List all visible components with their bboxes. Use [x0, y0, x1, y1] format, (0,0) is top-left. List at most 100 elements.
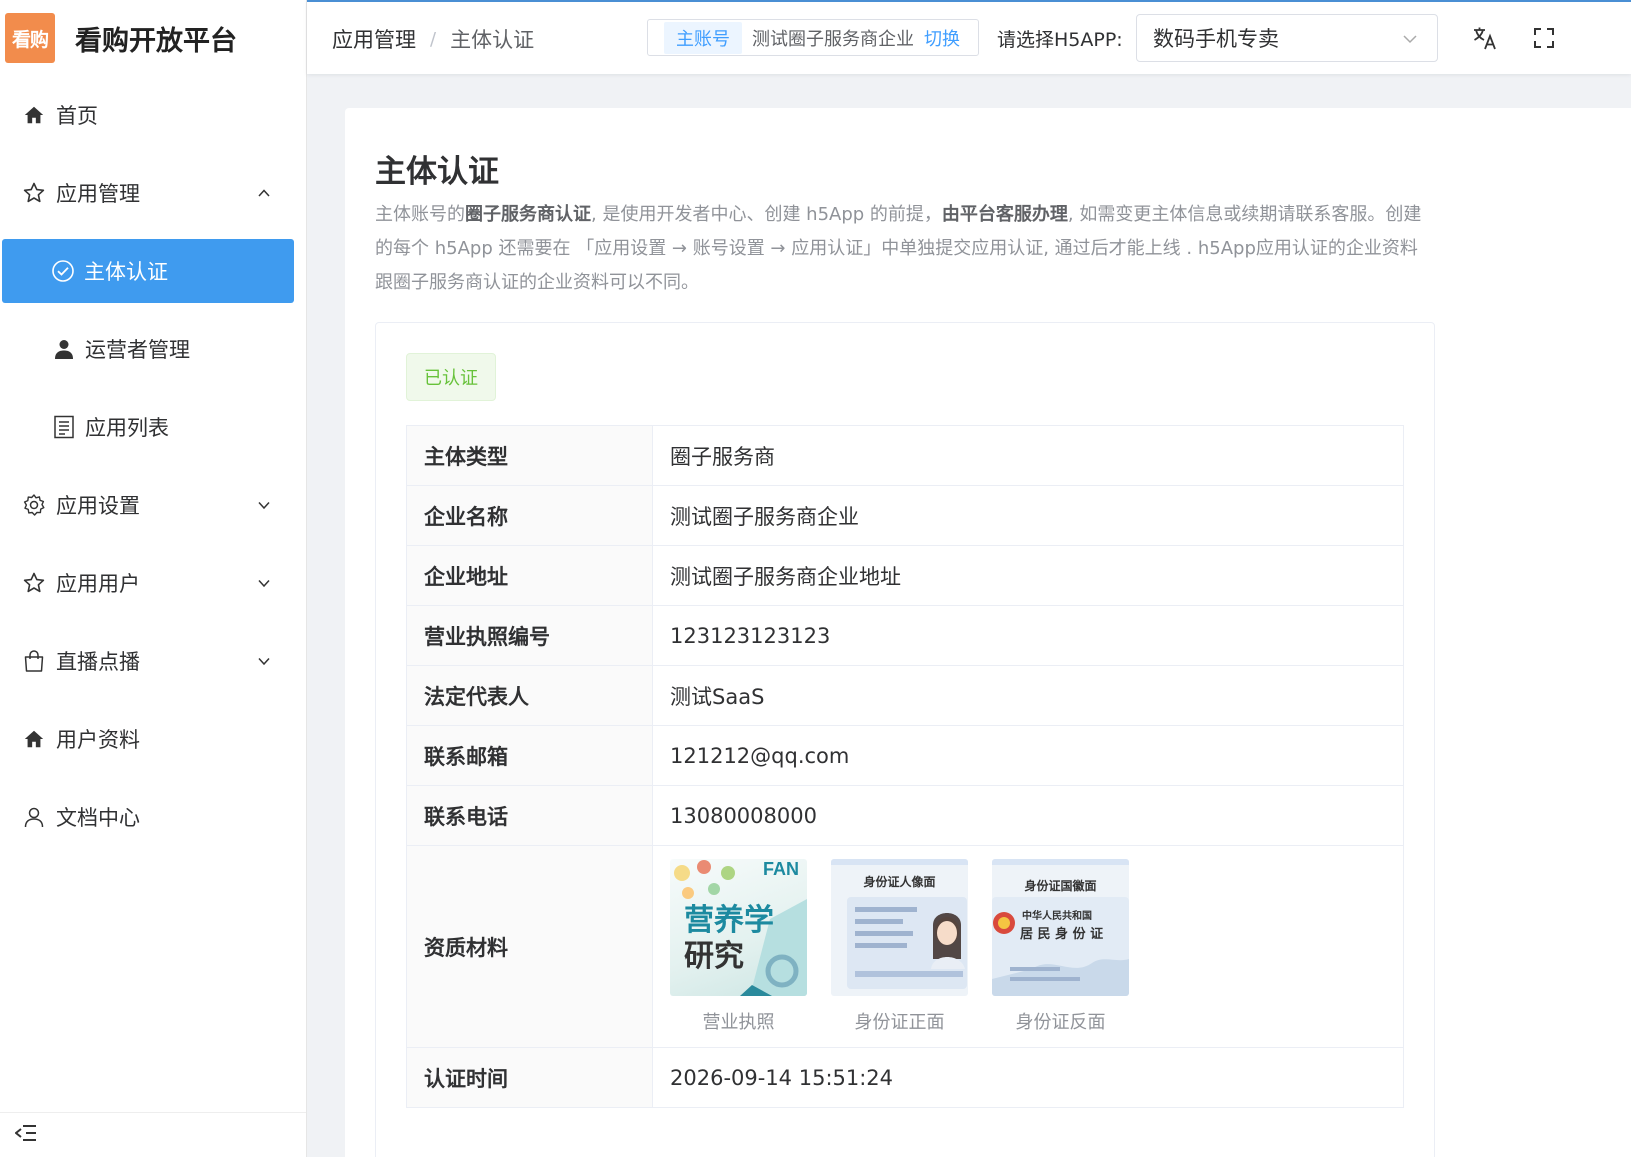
- sidebar-item-entity-auth[interactable]: 主体认证: [2, 239, 294, 303]
- row-label: 资质材料: [406, 845, 653, 1048]
- row-value: 测试圈子服务商企业: [652, 485, 1404, 546]
- sidebar-item-live-vod[interactable]: 直播点播: [0, 622, 306, 700]
- document-caption: 营业执照: [702, 1012, 775, 1033]
- table-row: 主体类型 圈子服务商: [406, 425, 1404, 486]
- desc-text: , 是使用开发者中心、创建 h5App 的前提，: [591, 204, 942, 225]
- star-icon: [22, 571, 46, 595]
- sidebar-item-app-list[interactable]: 应用列表: [0, 388, 306, 466]
- row-value: 13080008000: [652, 785, 1404, 846]
- check-circle-icon: [51, 259, 75, 283]
- sidebar: 看购 看购开放平台 首页 应用管理 主体认证 运营者管理 应用列表 应用设置 应…: [0, 0, 307, 1157]
- row-label: 企业地址: [406, 545, 653, 606]
- sidebar-item-label: 应用用户: [56, 572, 140, 596]
- sidebar-menu: 首页 应用管理 主体认证 运营者管理 应用列表 应用设置 应用用户 直播点播 用…: [0, 76, 306, 856]
- row-label: 认证时间: [406, 1047, 653, 1108]
- sidebar-item-app-users[interactable]: 应用用户: [0, 544, 306, 622]
- breadcrumb-item-app-management[interactable]: 应用管理: [332, 24, 416, 54]
- desc-text: 主体账号的: [375, 204, 465, 225]
- page-title: 主体认证: [375, 154, 499, 190]
- id-front-thumbnail[interactable]: 身份证人像面: [831, 859, 968, 996]
- sidebar-item-label: 首页: [56, 104, 98, 128]
- chevron-down-icon: [256, 575, 272, 591]
- table-row-documents: 资质材料 FAN 营养学 研究 营业执照 身份证人像面 身份证正面 身份证国徽面…: [406, 845, 1404, 1048]
- row-value: 测试SaaS: [652, 665, 1404, 726]
- table-row: 联系邮箱 121212@qq.com: [406, 725, 1404, 786]
- chevron-down-icon: [1401, 29, 1419, 53]
- document-icon: [52, 415, 76, 439]
- h5app-select-label: 请选择H5APP:: [997, 29, 1123, 51]
- document-id-front[interactable]: 身份证人像面 身份证正面: [831, 859, 968, 1034]
- sidebar-collapse-button[interactable]: [0, 1112, 306, 1157]
- table-row: 企业名称 测试圈子服务商企业: [406, 485, 1404, 546]
- row-value: 121212@qq.com: [652, 725, 1404, 786]
- entity-info-table: 主体类型 圈子服务商 企业名称 测试圈子服务商企业 企业地址 测试圈子服务商企业…: [406, 425, 1404, 1108]
- info-card: 已认证 主体类型 圈子服务商 企业名称 测试圈子服务商企业 企业地址 测试圈子服…: [375, 322, 1435, 1157]
- sidebar-item-label: 应用列表: [85, 416, 169, 440]
- table-row: 认证时间 2026-09-14 15:51:24: [406, 1047, 1404, 1108]
- sidebar-item-label: 文档中心: [56, 806, 140, 830]
- user-icon: [52, 337, 76, 361]
- document-caption: 身份证反面: [1015, 1012, 1106, 1033]
- row-label: 联系邮箱: [406, 725, 653, 786]
- collapse-menu-icon: [14, 1124, 37, 1146]
- account-switcher: 主账号 测试圈子服务商企业 切换: [647, 19, 979, 56]
- sidebar-item-operator-management[interactable]: 运营者管理: [0, 310, 306, 388]
- sidebar-item-label: 用户资料: [56, 728, 140, 752]
- sidebar-item-label: 应用管理: [56, 182, 140, 206]
- thumb-line2-text: 居 民 身 份 证: [1020, 927, 1104, 942]
- sidebar-item-app-settings[interactable]: 应用设置: [0, 466, 306, 544]
- sidebar-item-app-management[interactable]: 应用管理: [0, 154, 306, 232]
- desc-emphasis: 由平台客服办理: [941, 204, 1068, 225]
- gear-icon: [22, 493, 46, 517]
- account-name: 测试圈子服务商企业: [752, 28, 914, 50]
- star-icon: [22, 181, 46, 205]
- sidebar-item-label: 应用设置: [56, 494, 140, 518]
- h5app-select[interactable]: 数码手机专卖: [1136, 14, 1438, 62]
- top-header: 应用管理 / 主体认证 主账号 测试圈子服务商企业 切换 请选择H5APP: 数…: [307, 0, 1631, 74]
- thumb-brand-text: FAN: [763, 859, 799, 879]
- row-label: 主体类型: [406, 425, 653, 486]
- sidebar-item-docs-center[interactable]: 文档中心: [0, 778, 306, 856]
- chevron-up-icon: [256, 185, 272, 201]
- fullscreen-icon[interactable]: [1530, 24, 1558, 52]
- row-label: 联系电话: [406, 785, 653, 846]
- thumb-subheading-text: 研究: [684, 939, 744, 974]
- logo-row[interactable]: 看购 看购开放平台: [0, 0, 306, 76]
- sidebar-item-label: 主体认证: [84, 260, 168, 284]
- thumb-title-text: 身份证人像面: [863, 875, 936, 889]
- document-business-license[interactable]: FAN 营养学 研究 营业执照: [670, 859, 807, 1034]
- status-badge: 已认证: [406, 353, 496, 401]
- row-value: 测试圈子服务商企业地址: [652, 545, 1404, 606]
- table-row: 营业执照编号 123123123123: [406, 605, 1404, 666]
- home-icon: [22, 103, 46, 127]
- row-value: 123123123123: [652, 605, 1404, 666]
- document-caption: 身份证正面: [854, 1012, 945, 1033]
- table-row: 企业地址 测试圈子服务商企业地址: [406, 545, 1404, 606]
- row-value-documents: FAN 营养学 研究 营业执照 身份证人像面 身份证正面 身份证国徽面 中华人民…: [652, 845, 1404, 1048]
- switch-account-link[interactable]: 切换: [924, 25, 960, 51]
- document-id-back[interactable]: 身份证国徽面 中华人民共和国 居 民 身 份 证 身份证反面: [992, 859, 1129, 1034]
- row-label: 营业执照编号: [406, 605, 653, 666]
- sidebar-item-label: 直播点播: [56, 650, 140, 674]
- row-value: 圈子服务商: [652, 425, 1404, 486]
- row-label: 法定代表人: [406, 665, 653, 726]
- breadcrumb-separator: /: [430, 28, 437, 50]
- business-license-thumbnail[interactable]: FAN 营养学 研究: [670, 859, 807, 996]
- id-back-thumbnail[interactable]: 身份证国徽面 中华人民共和国 居 民 身 份 证: [992, 859, 1129, 996]
- chevron-down-icon: [256, 653, 272, 669]
- shopping-bag-icon: [22, 649, 46, 673]
- main-card: 主体认证 主体账号的圈子服务商认证, 是使用开发者中心、创建 h5App 的前提…: [345, 108, 1631, 1157]
- breadcrumb: 应用管理 / 主体认证: [332, 24, 534, 54]
- sidebar-item-user-profile[interactable]: 用户资料: [0, 700, 306, 778]
- desc-emphasis: 圈子服务商认证: [465, 204, 591, 225]
- sidebar-item-home[interactable]: 首页: [0, 76, 306, 154]
- document-thumbnails: FAN 营养学 研究 营业执照 身份证人像面 身份证正面 身份证国徽面 中华人民…: [670, 859, 1403, 1034]
- page-description: 主体账号的圈子服务商认证, 是使用开发者中心、创建 h5App 的前提，由平台客…: [375, 198, 1435, 300]
- thumb-title-text: 身份证国徽面: [1024, 879, 1097, 893]
- breadcrumb-item-current: 主体认证: [450, 28, 535, 52]
- row-value: 2026-09-14 15:51:24: [652, 1047, 1404, 1108]
- table-row: 联系电话 13080008000: [406, 785, 1404, 846]
- row-label: 企业名称: [406, 485, 653, 546]
- h5app-select-value: 数码手机专卖: [1153, 27, 1279, 51]
- translate-icon[interactable]: [1471, 24, 1499, 52]
